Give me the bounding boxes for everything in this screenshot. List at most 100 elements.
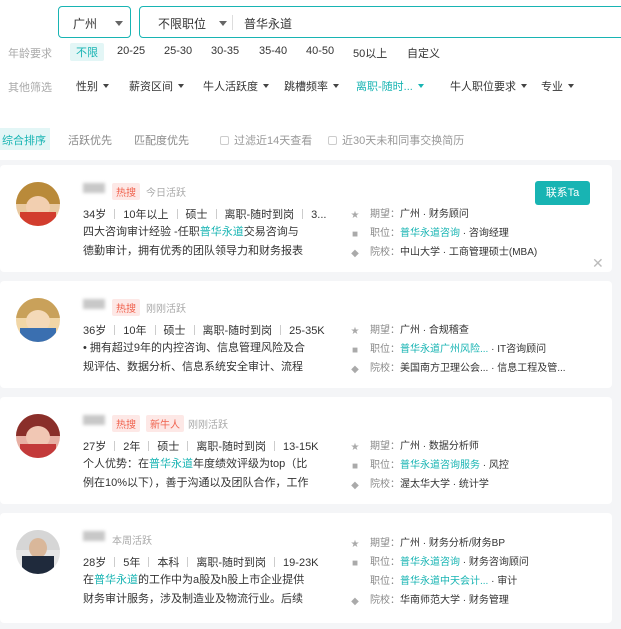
- checkbox-box: [220, 136, 229, 145]
- summary-keyword: 普华永道: [149, 458, 193, 470]
- school-label: 院校：: [370, 595, 400, 606]
- search-input[interactable]: 普华永道: [244, 15, 292, 32]
- briefcase-icon: ■: [351, 345, 359, 356]
- close-icon[interactable]: ✕: [592, 255, 604, 272]
- star-icon: ★: [350, 326, 360, 337]
- graduation-cap-icon: ◆: [351, 364, 359, 375]
- degree: 硕士: [163, 325, 186, 337]
- salary: 19-23K: [283, 557, 319, 569]
- age-option-25-30[interactable]: 25-30: [164, 45, 192, 57]
- position-title: · IT咨询顾问: [488, 344, 547, 355]
- expect-label: 期望：: [370, 209, 400, 220]
- sort-match-first[interactable]: 匹配度优先: [134, 132, 189, 148]
- candidate-card[interactable]: 本周活跃 28岁 5年 本科 离职-随时到岗 19-23K 在普华永道的工作中为a股及h…: [0, 513, 612, 623]
- position-label: 职位：: [370, 576, 400, 587]
- city-select[interactable]: 广州: [58, 6, 131, 38]
- position-title: · 风控: [480, 460, 509, 471]
- company: 普华永道中天会计...: [400, 576, 489, 587]
- chevron-down-icon: [219, 21, 227, 26]
- caret-down-icon: [333, 84, 339, 88]
- filter-activity[interactable]: 牛人活跃度: [203, 78, 269, 94]
- position-row-2: 职位：普华永道中天会计... · 审计: [350, 572, 517, 587]
- position-row: ■ 职位：普华永道咨询 · 财务咨询顾问: [350, 553, 529, 569]
- filter-salary[interactable]: 薪资区间: [129, 78, 184, 94]
- candidate-card[interactable]: 热搜 今日活跃 34岁 10年以上 硕士 离职-随时到岗 3... 四大咨询审计经验 -…: [0, 165, 612, 272]
- filter-activity-label: 牛人活跃度: [203, 81, 258, 93]
- age-filter-label: 年龄要求: [8, 48, 52, 60]
- age: 28岁: [83, 557, 107, 569]
- sort-row: 综合排序 活跃优先 匹配度优先 过滤近14天查看 近30天未和同事交换简历: [0, 128, 621, 150]
- star-icon: ★: [350, 442, 360, 453]
- candidate-name-blurred: [83, 531, 105, 541]
- graduation-cap-icon: ◆: [351, 248, 359, 259]
- salary: 13-15K: [283, 441, 319, 453]
- star-icon: ★: [350, 539, 360, 550]
- degree: 本科: [157, 557, 180, 569]
- checkbox-box: [328, 136, 337, 145]
- briefcase-icon: ■: [351, 229, 359, 240]
- age-option-30-35[interactable]: 30-35: [211, 45, 239, 57]
- expect-label: 期望：: [370, 325, 400, 336]
- filter-exchanged-30days-checkbox[interactable]: 近30天未和同事交换简历: [328, 132, 464, 148]
- position-title: · 咨询经理: [460, 228, 509, 239]
- filter-job-status-label: 离职-随时...: [356, 81, 413, 93]
- age: 27岁: [83, 441, 107, 453]
- age-option-35-40[interactable]: 35-40: [259, 45, 287, 57]
- filter-viewed-14days-checkbox[interactable]: 过滤近14天查看: [220, 132, 312, 148]
- candidate-card[interactable]: 热搜 刚刚活跃 36岁 10年 硕士 离职-随时到岗 25-35K • 拥有超过9年的内…: [0, 281, 612, 388]
- filter-position-requirement[interactable]: 牛人职位要求: [450, 78, 527, 94]
- age: 34岁: [83, 209, 107, 221]
- contact-button[interactable]: 联系Ta: [535, 181, 590, 205]
- chevron-down-icon: [115, 21, 123, 26]
- avatar: [16, 414, 60, 458]
- candidate-summary: 在普华永道的工作中为a股及h股上市企业提供财务审计服务，涉及制造业及物流行业。后…: [83, 571, 309, 609]
- company: 普华永道广州风险...: [400, 344, 489, 355]
- position-title: · 审计: [488, 576, 518, 587]
- school-value: 美国南方卫理公会... · 信息工程及管...: [400, 363, 566, 374]
- position-label: 职位：: [370, 344, 400, 355]
- sort-comprehensive[interactable]: 综合排序: [0, 128, 50, 150]
- filter-gender[interactable]: 性别: [76, 78, 109, 94]
- summary-keyword: 普华永道: [94, 574, 138, 586]
- school-value: 中山大学 · 工商管理硕士(MBA): [400, 247, 538, 258]
- filter-job-status[interactable]: 离职-随时...: [356, 78, 424, 94]
- job-status: 离职-随时到岗: [196, 441, 267, 453]
- filter-position-requirement-label: 牛人职位要求: [450, 81, 516, 93]
- candidate-summary: 四大咨询审计经验 -任职普华永道交易咨询与德勤审计，拥有优秀的团队领导力和财务报…: [83, 223, 309, 261]
- filter-panel: 广州 不限职位 普华永道 年龄要求 不限 20-25 25-30 30-35 3…: [0, 0, 621, 160]
- job-type-select[interactable]: 不限职位: [158, 15, 206, 32]
- school-value: 华南师范大学 · 财务管理: [400, 595, 509, 606]
- filter-job-hopping[interactable]: 跳槽频率: [284, 78, 339, 94]
- school-row: ◆ 院校：渥太华大学 · 统计学: [350, 475, 489, 491]
- candidate-card[interactable]: 热搜 新牛人 刚刚活跃 27岁 2年 硕士 离职-随时到岗 13-15K 个人优势：在普…: [0, 397, 612, 504]
- age-option-custom[interactable]: 自定义: [407, 45, 440, 61]
- candidate-name-blurred: [83, 299, 105, 309]
- filter-job-hopping-label: 跳槽频率: [284, 81, 328, 93]
- age-option-20-25[interactable]: 20-25: [117, 45, 145, 57]
- sort-active-first[interactable]: 活跃优先: [68, 132, 112, 148]
- position-label: 职位：: [370, 228, 400, 239]
- age-filter-row: 年龄要求 不限 20-25 25-30 30-35 35-40 40-50 50…: [0, 42, 621, 62]
- position-row: ■ 职位：普华永道咨询服务 · 风控: [350, 456, 509, 472]
- divider: [232, 15, 233, 30]
- keyword-search-box[interactable]: 不限职位 普华永道: [139, 6, 621, 38]
- position-row: ■ 职位：普华永道咨询 · 咨询经理: [350, 224, 509, 240]
- age-option-40-50[interactable]: 40-50: [306, 45, 334, 57]
- filter-major[interactable]: 专业: [541, 78, 574, 94]
- age-option-50-plus[interactable]: 50以上: [353, 45, 387, 61]
- candidate-summary: • 拥有超过9年的内控咨询、信息管理风险及合规评估、数据分析、信息系统安全审计、…: [83, 339, 309, 377]
- search-row: 广州 不限职位 普华永道: [0, 6, 621, 38]
- briefcase-icon: ■: [351, 558, 359, 569]
- summary-text: • 拥有超过9年的内控咨询、信息管理风险及合规评估、数据分析、信息系统安全审计、…: [83, 342, 306, 373]
- age-option-any[interactable]: 不限: [70, 43, 104, 61]
- school-label: 院校：: [370, 247, 400, 258]
- company: 普华永道咨询服务: [400, 460, 480, 471]
- candidate-name-blurred: [83, 415, 105, 425]
- position-label: 职位：: [370, 557, 400, 568]
- filter-salary-label: 薪资区间: [129, 81, 173, 93]
- other-filters-row: 其他筛选 性别 薪资区间 牛人活跃度 跳槽频率 离职-随时... 牛人职位要求 …: [0, 76, 621, 96]
- city-value: 广州: [73, 17, 98, 31]
- experience: 2年: [123, 441, 141, 453]
- expect-label: 期望：: [370, 538, 400, 549]
